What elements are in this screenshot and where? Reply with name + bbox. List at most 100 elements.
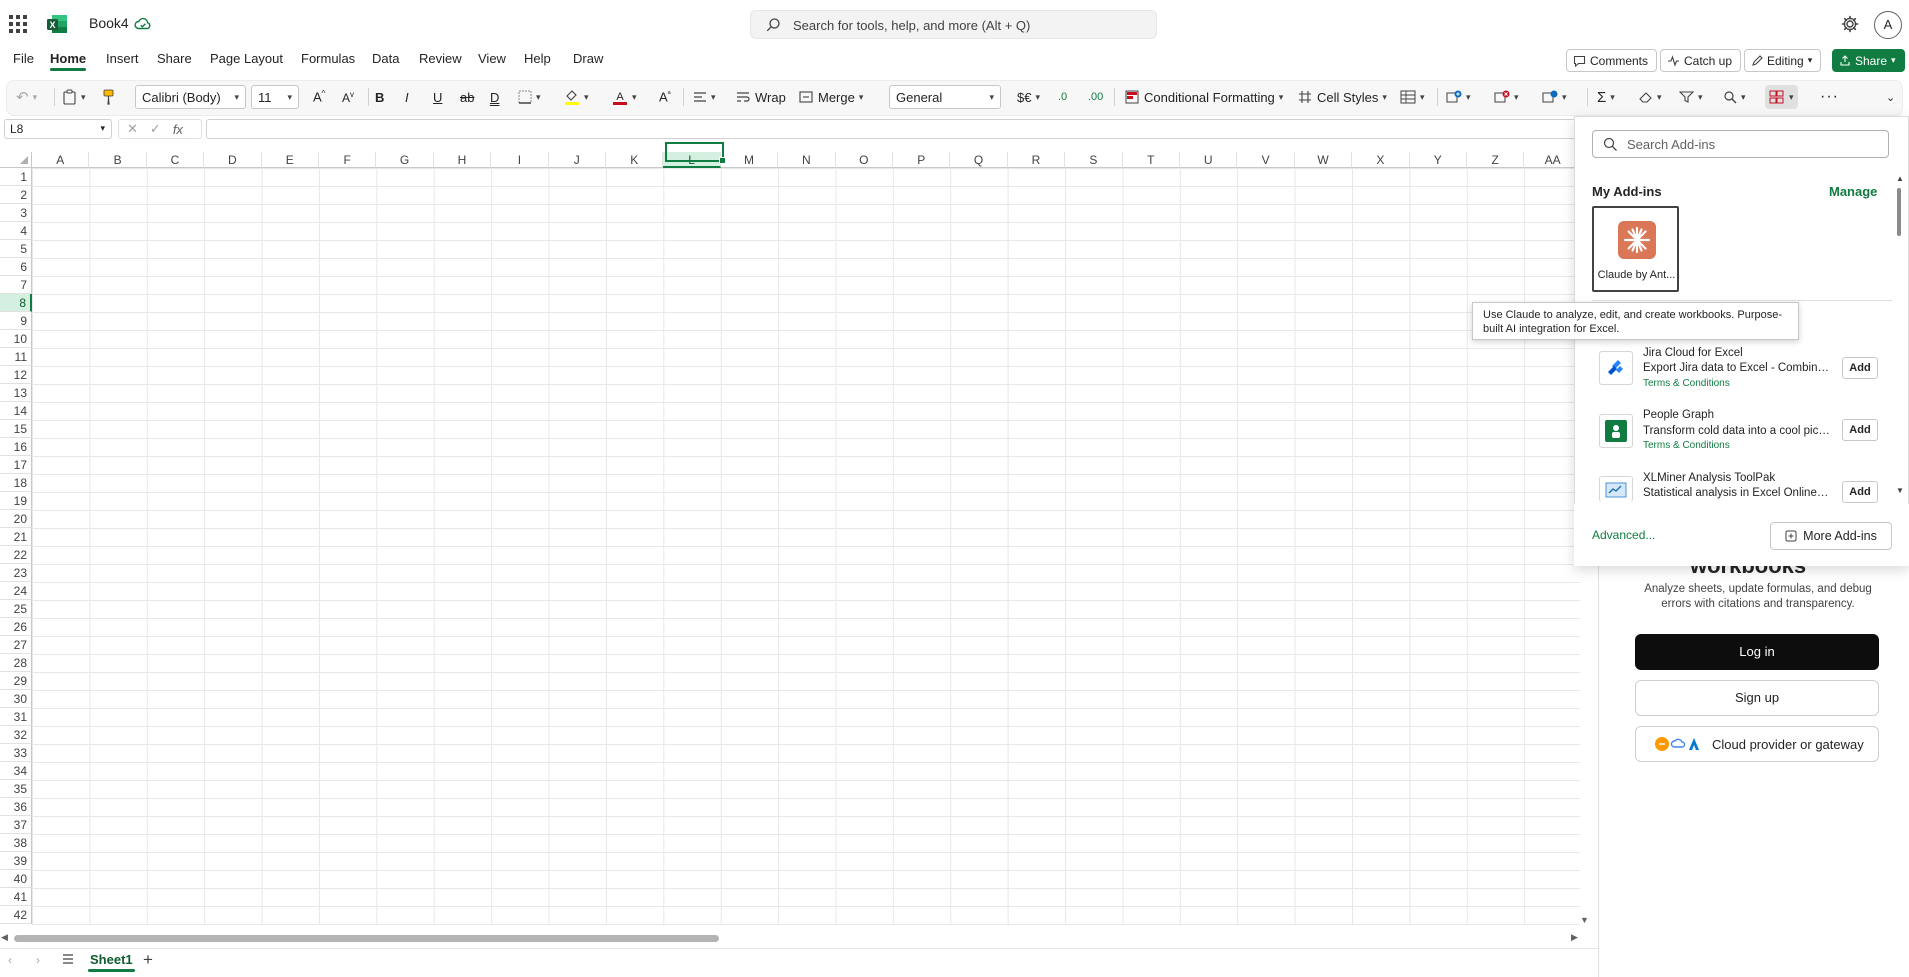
- row-header[interactable]: 27: [0, 636, 32, 654]
- insert-cells-button[interactable]: ▾: [1446, 85, 1471, 109]
- row-header[interactable]: 22: [0, 546, 32, 564]
- decrease-font-button[interactable]: Av: [342, 85, 354, 109]
- undo-button[interactable]: ↶ ▾: [16, 85, 37, 109]
- row-header[interactable]: 19: [0, 492, 32, 510]
- column-header[interactable]: J: [548, 152, 606, 168]
- row-header[interactable]: 24: [0, 582, 32, 600]
- column-header[interactable]: C: [146, 152, 205, 168]
- font-color-button[interactable]: A ▾: [612, 85, 637, 109]
- row-header[interactable]: 15: [0, 420, 32, 438]
- row-header[interactable]: 4: [0, 222, 32, 240]
- row-header[interactable]: 30: [0, 690, 32, 708]
- terms-link[interactable]: Terms & Conditions: [1643, 378, 1730, 389]
- tab-draw[interactable]: Draw: [573, 51, 603, 66]
- tab-file[interactable]: File: [13, 51, 34, 66]
- column-header[interactable]: R: [1007, 152, 1066, 168]
- row-header[interactable]: 12: [0, 366, 32, 384]
- paste-button[interactable]: ▾: [62, 85, 86, 109]
- popup-scroll-up-arrow[interactable]: ▲: [1896, 174, 1904, 183]
- tab-data[interactable]: Data: [372, 51, 399, 66]
- column-header[interactable]: B: [89, 152, 147, 168]
- log-in-button[interactable]: Log in: [1635, 634, 1879, 670]
- format-painter-button[interactable]: [101, 85, 115, 109]
- font-name-select[interactable]: Calibri (Body) ▾: [135, 85, 246, 109]
- more-options-button[interactable]: ···: [1820, 85, 1839, 109]
- column-header[interactable]: G: [376, 152, 434, 168]
- add-ins-search-box[interactable]: [1592, 130, 1889, 158]
- column-header[interactable]: S: [1065, 152, 1123, 168]
- add-xlminer-button[interactable]: Add: [1842, 481, 1878, 503]
- row-header[interactable]: 36: [0, 798, 32, 816]
- global-search-input[interactable]: [791, 15, 1141, 35]
- row-header[interactable]: 20: [0, 510, 32, 528]
- global-search-box[interactable]: [750, 10, 1157, 39]
- column-header[interactable]: W: [1294, 152, 1353, 168]
- row-header[interactable]: 38: [0, 834, 32, 852]
- column-header[interactable]: E: [261, 152, 319, 168]
- row-header[interactable]: 33: [0, 744, 32, 762]
- column-header[interactable]: Y: [1409, 152, 1467, 168]
- row-header[interactable]: 5: [0, 240, 32, 258]
- vertical-scroll-down-arrow[interactable]: ▼: [1580, 915, 1589, 925]
- cloud-saved-icon[interactable]: [134, 15, 152, 33]
- strikethrough-button[interactable]: ab: [460, 85, 474, 109]
- user-avatar[interactable]: A: [1874, 11, 1902, 39]
- column-header[interactable]: I: [491, 152, 549, 168]
- insert-function-button[interactable]: fx: [173, 122, 183, 137]
- clear-button[interactable]: ▾: [1638, 85, 1662, 109]
- cloud-provider-button[interactable]: Cloud provider or gateway: [1635, 726, 1879, 762]
- column-header[interactable]: N: [778, 152, 836, 168]
- bold-button[interactable]: B: [375, 85, 384, 109]
- row-header[interactable]: 23: [0, 564, 32, 582]
- row-header[interactable]: 7: [0, 276, 32, 294]
- popup-scroll-down-arrow[interactable]: ▼: [1896, 486, 1904, 495]
- tab-view[interactable]: View: [478, 51, 506, 66]
- next-sheet-icon[interactable]: ›: [36, 953, 40, 967]
- row-header[interactable]: 34: [0, 762, 32, 780]
- catch-up-button[interactable]: Catch up: [1660, 49, 1742, 72]
- manage-add-ins-link[interactable]: Manage: [1829, 184, 1877, 199]
- increase-decimal-button[interactable]: .00: [1088, 85, 1103, 109]
- add-jira-button[interactable]: Add: [1842, 357, 1878, 379]
- row-header[interactable]: 6: [0, 258, 32, 276]
- row-header[interactable]: 26: [0, 618, 32, 636]
- column-header[interactable]: F: [319, 152, 377, 168]
- tab-insert[interactable]: Insert: [106, 51, 139, 66]
- row-header[interactable]: 9: [0, 312, 32, 330]
- row-header[interactable]: 1: [0, 168, 32, 186]
- share-button[interactable]: Share ▾: [1832, 49, 1905, 72]
- column-header[interactable]: P: [893, 152, 951, 168]
- currency-button[interactable]: $€ ▾: [1017, 85, 1040, 109]
- add-ins-search-input[interactable]: [1625, 136, 1875, 153]
- add-ins-button[interactable]: ▾: [1765, 85, 1798, 109]
- row-header[interactable]: 13: [0, 384, 32, 402]
- column-header[interactable]: A: [32, 152, 90, 168]
- conditional-formatting-button[interactable]: Conditional Formatting ▾: [1125, 85, 1283, 109]
- double-underline-button[interactable]: D: [490, 85, 499, 109]
- column-header[interactable]: AA: [1524, 152, 1580, 168]
- row-header[interactable]: 21: [0, 528, 32, 546]
- row-header[interactable]: 31: [0, 708, 32, 726]
- tab-share[interactable]: Share: [157, 51, 192, 66]
- row-header[interactable]: 28: [0, 654, 32, 672]
- row-header[interactable]: 29: [0, 672, 32, 690]
- row-header[interactable]: 2: [0, 186, 32, 204]
- all-sheets-menu-icon[interactable]: [62, 953, 74, 965]
- merge-button[interactable]: Merge ▾: [799, 85, 863, 109]
- decrease-decimal-button[interactable]: .0: [1058, 85, 1067, 109]
- align-button[interactable]: ▾: [693, 85, 716, 109]
- cell-styles-button[interactable]: Cell Styles ▾: [1298, 85, 1387, 109]
- active-cell-outline[interactable]: [665, 142, 726, 164]
- column-header[interactable]: Z: [1467, 152, 1525, 168]
- popup-scrollbar-thumb[interactable]: [1897, 188, 1901, 236]
- row-header[interactable]: 3: [0, 204, 32, 222]
- format-cells-button[interactable]: ▾: [1542, 85, 1567, 109]
- row-header[interactable]: 16: [0, 438, 32, 456]
- claude-add-in-tile[interactable]: Claude by Ant...: [1592, 206, 1679, 292]
- find-select-button[interactable]: ▾: [1723, 85, 1746, 109]
- editing-mode-button[interactable]: Editing ▾: [1744, 49, 1822, 72]
- column-header[interactable]: T: [1122, 152, 1180, 168]
- cell-area[interactable]: [32, 168, 1580, 925]
- column-header[interactable]: H: [433, 152, 492, 168]
- column-header[interactable]: Q: [950, 152, 1008, 168]
